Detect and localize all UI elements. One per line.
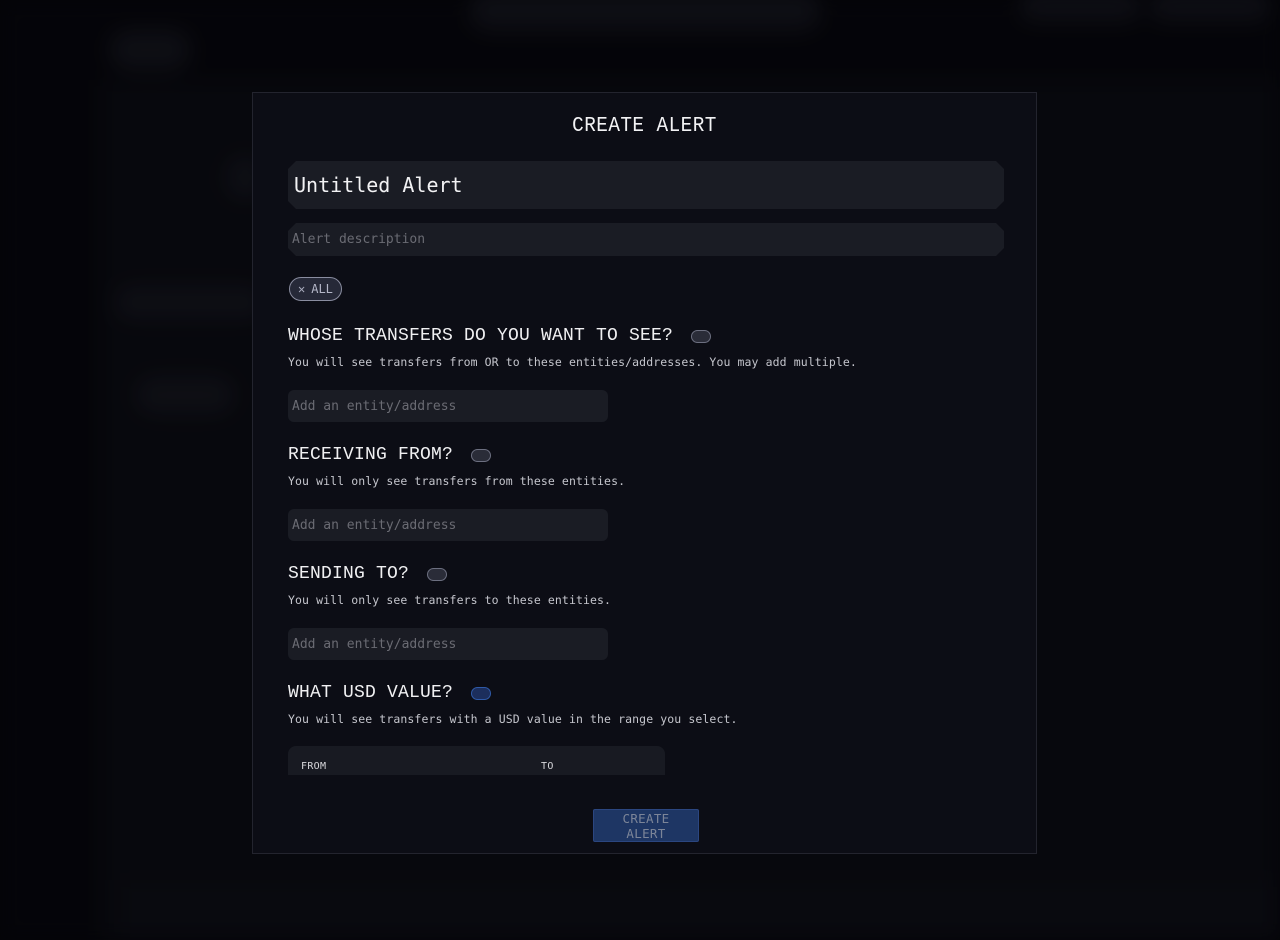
modal-scroll-area[interactable]: ✕ ALL WHOSE TRANSFERS DO YOU WANT TO SEE… — [288, 161, 1004, 775]
section-title: WHOSE TRANSFERS DO YOU WANT TO SEE? — [288, 326, 674, 346]
range-from-label: FROM — [301, 761, 327, 772]
section-toggle[interactable] — [427, 567, 448, 581]
section-subtitle: You will only see transfers from these e… — [288, 474, 626, 488]
entity-address-input[interactable] — [288, 390, 608, 422]
section-toggle[interactable] — [471, 448, 492, 462]
section-toggle[interactable] — [471, 686, 492, 700]
range-to-label: TO — [541, 761, 554, 772]
section-receiving-from: RECEIVING FROM? You will only see transf… — [288, 443, 1004, 541]
section-whose-transfers: WHOSE TRANSFERS DO YOU WANT TO SEE? You … — [288, 324, 1004, 422]
section-subtitle: You will only see transfers to these ent… — [288, 593, 612, 607]
section-usd-value: WHAT USD VALUE? You will see transfers w… — [288, 681, 1004, 775]
section-title: WHAT USD VALUE? — [288, 683, 454, 703]
section-title: SENDING TO? — [288, 564, 410, 584]
create-alert-modal: CREATE ALERT ✕ ALL WHOSE TRANSFERS DO YO… — [252, 92, 1037, 854]
modal-title: CREATE ALERT — [572, 115, 717, 138]
alert-description-input[interactable] — [288, 223, 1004, 256]
section-title: RECEIVING FROM? — [288, 445, 454, 465]
section-subtitle: You will see transfers with a USD value … — [288, 712, 738, 726]
sending-to-input[interactable] — [288, 628, 608, 660]
create-alert-button[interactable]: CREATE ALERT — [593, 809, 699, 842]
receiving-from-input[interactable] — [288, 509, 608, 541]
usd-range-box: FROM TO — [288, 746, 665, 775]
section-sending-to: SENDING TO? You will only see transfers … — [288, 562, 1004, 660]
filter-chip-label: ALL — [311, 282, 333, 296]
alert-name-input[interactable] — [288, 161, 1004, 209]
filter-chip-all[interactable]: ✕ ALL — [289, 277, 342, 301]
close-icon[interactable]: ✕ — [298, 282, 305, 296]
section-subtitle: You will see transfers from OR to these … — [288, 355, 857, 369]
section-toggle[interactable] — [691, 329, 712, 343]
